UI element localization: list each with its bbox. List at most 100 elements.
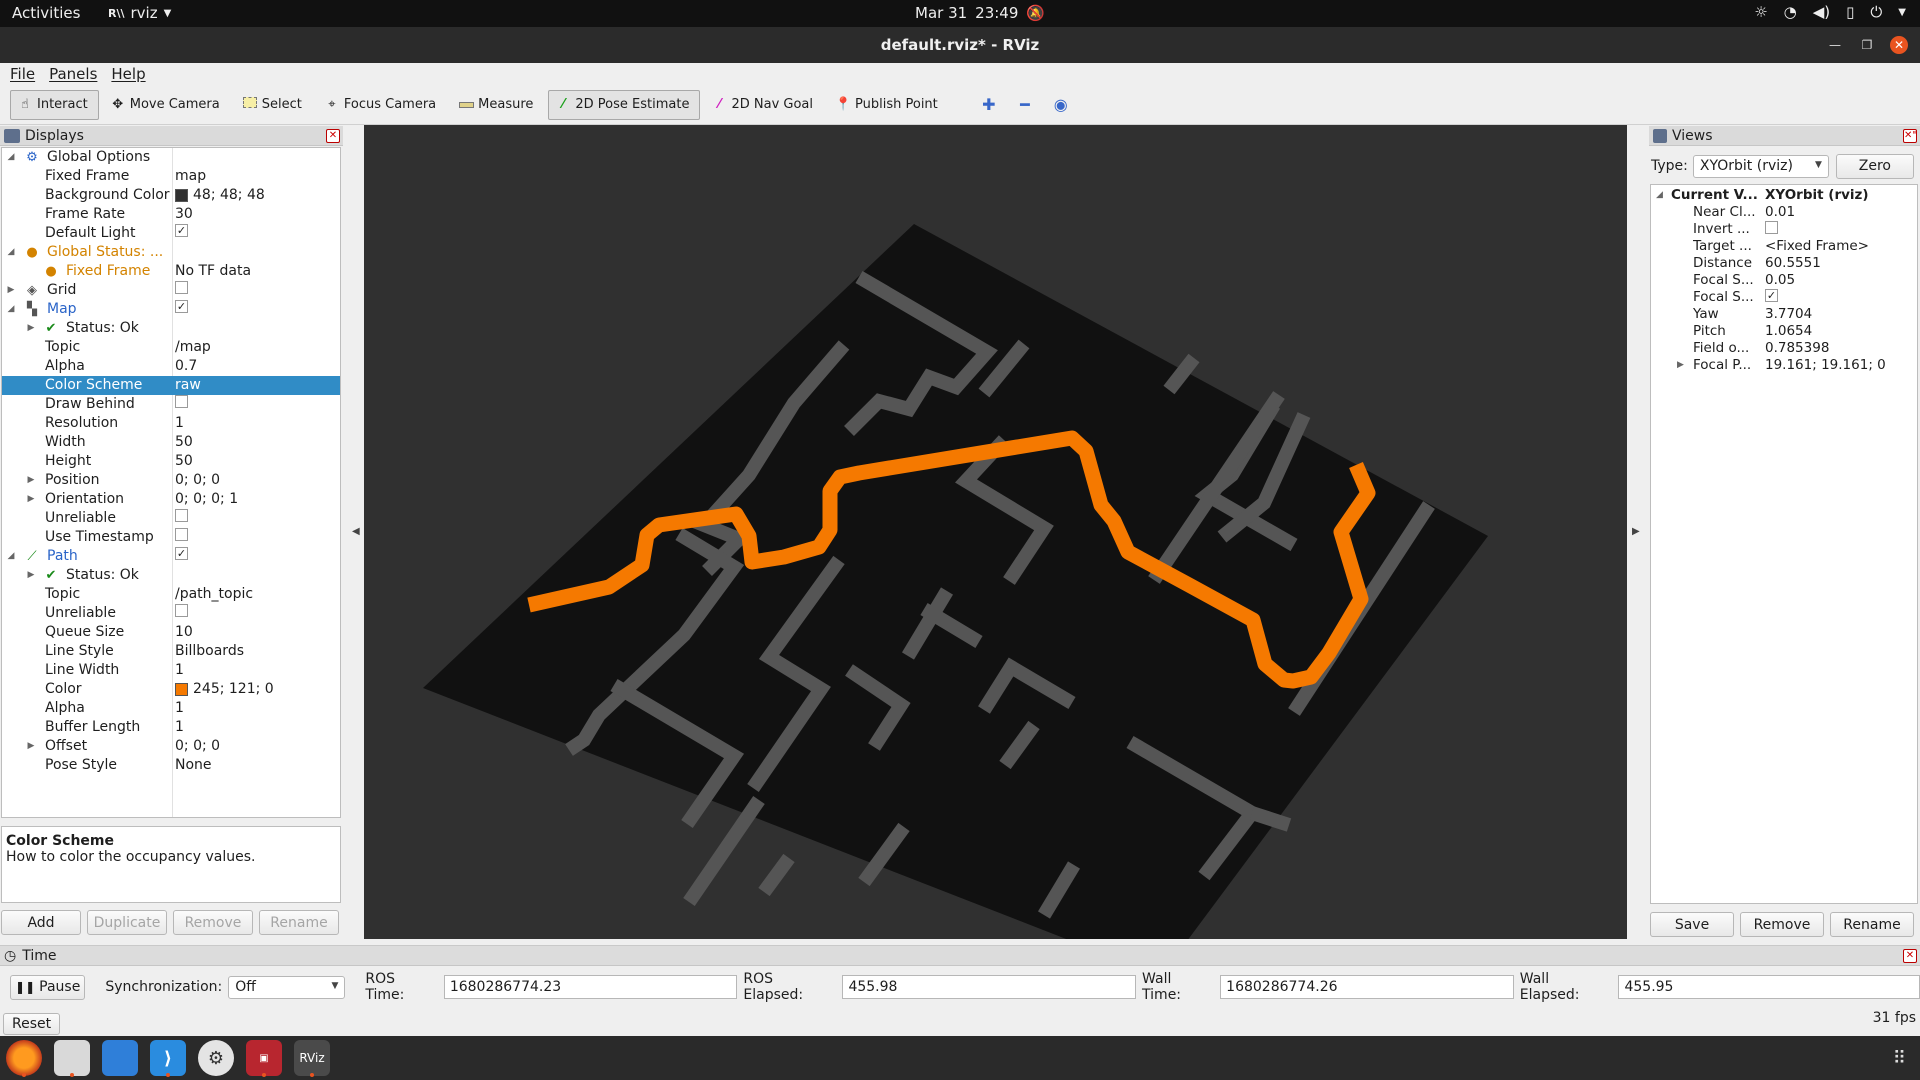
grid-checkbox[interactable] <box>175 281 188 294</box>
view-row-yaw[interactable]: Yaw 3.7704 <box>1651 306 1917 323</box>
tool-select[interactable]: Select <box>235 90 313 120</box>
expand-arrow-icon[interactable]: ◢ <box>6 300 16 319</box>
tree-row-frame-rate[interactable]: Frame Rate 30 <box>2 205 340 224</box>
view-row-near-clip[interactable]: Near Cl... 0.01 <box>1651 204 1917 221</box>
tree-row-status-fixed-frame[interactable]: ● Fixed Frame No TF data <box>2 262 340 281</box>
wall-time-field[interactable]: 1680286774.26 <box>1220 975 1514 999</box>
tree-row-path-status[interactable]: ▶ ✔ Status: Ok <box>2 566 340 585</box>
system-tray[interactable]: ☼ ◔ ◀) ▯ ⏻ ▼ <box>1754 3 1906 21</box>
collapsed-arrow-icon[interactable]: ▶ <box>26 566 36 585</box>
duplicate-display-button[interactable]: Duplicate <box>87 910 167 935</box>
tree-row-path-alpha[interactable]: Alpha 1 <box>2 699 340 718</box>
view-type-select[interactable]: XYOrbit (rviz) ▼ <box>1692 154 1829 178</box>
draw-behind-checkbox[interactable] <box>175 395 188 408</box>
tree-row-fixed-frame[interactable]: Fixed Frame map <box>2 167 340 186</box>
tree-row-color[interactable]: Color 245; 121; 0 <box>2 680 340 699</box>
rviz-dock-icon[interactable]: RViz <box>294 1040 330 1077</box>
tool-properties-button[interactable]: ◉ <box>1045 90 1077 120</box>
tree-row-map-topic[interactable]: Topic /map <box>2 338 340 357</box>
tree-row-path-unreliable[interactable]: Unreliable <box>2 604 340 623</box>
default-light-checkbox[interactable]: ✓ <box>175 224 188 237</box>
tree-row-use-timestamp[interactable]: Use Timestamp <box>2 528 340 547</box>
tree-row-global-options[interactable]: ◢ ⚙ Global Options <box>2 148 340 167</box>
collapsed-arrow-icon[interactable]: ▶ <box>26 319 36 338</box>
remove-tool-button[interactable]: ━ <box>1009 90 1041 120</box>
tool-measure[interactable]: Measure <box>451 90 544 120</box>
tree-row-orientation[interactable]: ▶ Orientation 0; 0; 0; 1 <box>2 490 340 509</box>
path-checkbox[interactable]: ✓ <box>175 547 188 560</box>
tree-row-color-scheme[interactable]: Color Scheme raw <box>2 376 340 395</box>
zero-view-button[interactable]: Zero <box>1835 153 1914 179</box>
focal-shape-checkbox[interactable]: ✓ <box>1765 289 1778 302</box>
terminator-icon[interactable]: ▣ <box>246 1040 282 1077</box>
pause-button[interactable]: ❚❚ Pause <box>10 974 86 1000</box>
tree-row-line-style[interactable]: Line Style Billboards <box>2 642 340 661</box>
reset-button[interactable]: Reset <box>3 1013 61 1035</box>
tree-row-queue-size[interactable]: Queue Size 10 <box>2 623 340 642</box>
tree-row-path[interactable]: ◢ ⟋ Path ✓ <box>2 547 340 566</box>
view-row-target-frame[interactable]: Target ... <Fixed Frame> <box>1651 238 1917 255</box>
tree-row-map-alpha[interactable]: Alpha 0.7 <box>2 357 340 376</box>
tree-row-width[interactable]: Width 50 <box>2 433 340 452</box>
rename-display-button[interactable]: Rename <box>259 910 339 935</box>
tree-row-pose-style[interactable]: Pose Style None <box>2 756 340 775</box>
view-row-distance[interactable]: Distance 60.5551 <box>1651 255 1917 272</box>
displays-tree[interactable]: ◢ ⚙ Global Options Fixed Frame map Backg… <box>1 147 341 818</box>
vscode-icon[interactable]: ⟩ <box>150 1040 186 1077</box>
map-unreliable-checkbox[interactable] <box>175 509 188 522</box>
minimize-button[interactable]: — <box>1826 36 1844 54</box>
tree-row-draw-behind[interactable]: Draw Behind <box>2 395 340 414</box>
maximize-button[interactable]: ❐ <box>1858 36 1876 54</box>
add-display-button[interactable]: Add <box>1 910 81 935</box>
tree-row-background-color[interactable]: Background Color 48; 48; 48 <box>2 186 340 205</box>
remove-display-button[interactable]: Remove <box>173 910 253 935</box>
collapsed-arrow-icon[interactable]: ▶ <box>1677 357 1684 374</box>
view-row-invert[interactable]: Invert ... <box>1651 221 1917 238</box>
remove-view-button[interactable]: Remove <box>1740 912 1824 937</box>
wall-elapsed-field[interactable]: 455.95 <box>1618 975 1920 999</box>
close-icon[interactable]: ✕ <box>326 129 340 143</box>
close-icon[interactable]: ✕" <box>1903 129 1918 143</box>
activities-button[interactable]: Activities <box>12 4 80 22</box>
tool-2d-nav-goal[interactable]: ⁄ 2D Nav Goal <box>704 90 824 120</box>
close-icon[interactable]: ✕ <box>1903 949 1917 963</box>
tree-row-grid[interactable]: ▶ ◈ Grid <box>2 281 340 300</box>
invert-checkbox[interactable] <box>1765 221 1778 234</box>
collapsed-arrow-icon[interactable]: ▶ <box>26 737 36 756</box>
view-row-current-view[interactable]: ◢ Current V... XYOrbit (rviz) <box>1651 187 1917 204</box>
tool-interact[interactable]: ☝ Interact <box>10 89 99 120</box>
view-row-field-of-view[interactable]: Field o... 0.785398 <box>1651 340 1917 357</box>
expand-arrow-icon[interactable]: ◢ <box>6 243 16 262</box>
collapsed-arrow-icon[interactable]: ▶ <box>26 471 36 490</box>
tool-publish-point[interactable]: 📍 Publish Point <box>828 90 949 120</box>
tool-focus-camera[interactable]: ⌖ Focus Camera <box>317 90 447 120</box>
map-checkbox[interactable]: ✓ <box>175 300 188 313</box>
app-menu[interactable]: R\\ rviz ▼ <box>108 4 171 22</box>
text-editor-icon[interactable] <box>102 1040 138 1076</box>
save-view-button[interactable]: Save <box>1650 912 1734 937</box>
tree-row-position[interactable]: ▶ Position 0; 0; 0 <box>2 471 340 490</box>
render-view-3d[interactable] <box>364 125 1627 939</box>
show-applications-icon[interactable]: ⠿ <box>1893 1048 1906 1069</box>
ros-elapsed-field[interactable]: 455.98 <box>842 975 1137 999</box>
use-timestamp-checkbox[interactable] <box>175 528 188 541</box>
left-splitter-handle[interactable]: ◀ <box>352 526 360 537</box>
view-row-pitch[interactable]: Pitch 1.0654 <box>1651 323 1917 340</box>
path-unreliable-checkbox[interactable] <box>175 604 188 617</box>
rename-view-button[interactable]: Rename <box>1830 912 1914 937</box>
firefox-icon[interactable] <box>6 1040 42 1077</box>
tree-row-default-light[interactable]: Default Light ✓ <box>2 224 340 243</box>
collapsed-arrow-icon[interactable]: ▶ <box>26 490 36 509</box>
tree-row-map-unreliable[interactable]: Unreliable <box>2 509 340 528</box>
sync-select[interactable]: Off ▼ <box>228 975 346 999</box>
tree-row-resolution[interactable]: Resolution 1 <box>2 414 340 433</box>
tree-row-line-width[interactable]: Line Width 1 <box>2 661 340 680</box>
clock[interactable]: Mar 31 23:49 🔕 <box>915 4 1045 22</box>
tree-row-map-status[interactable]: ▶ ✔ Status: Ok <box>2 319 340 338</box>
menu-panels[interactable]: Panels <box>49 65 97 83</box>
tool-2d-pose-estimate[interactable]: ⁄ 2D Pose Estimate <box>548 89 701 120</box>
menu-file[interactable]: File <box>10 65 35 83</box>
add-tool-button[interactable]: ✚ <box>973 90 1005 120</box>
tree-row-height[interactable]: Height 50 <box>2 452 340 471</box>
files-icon[interactable] <box>54 1040 90 1077</box>
